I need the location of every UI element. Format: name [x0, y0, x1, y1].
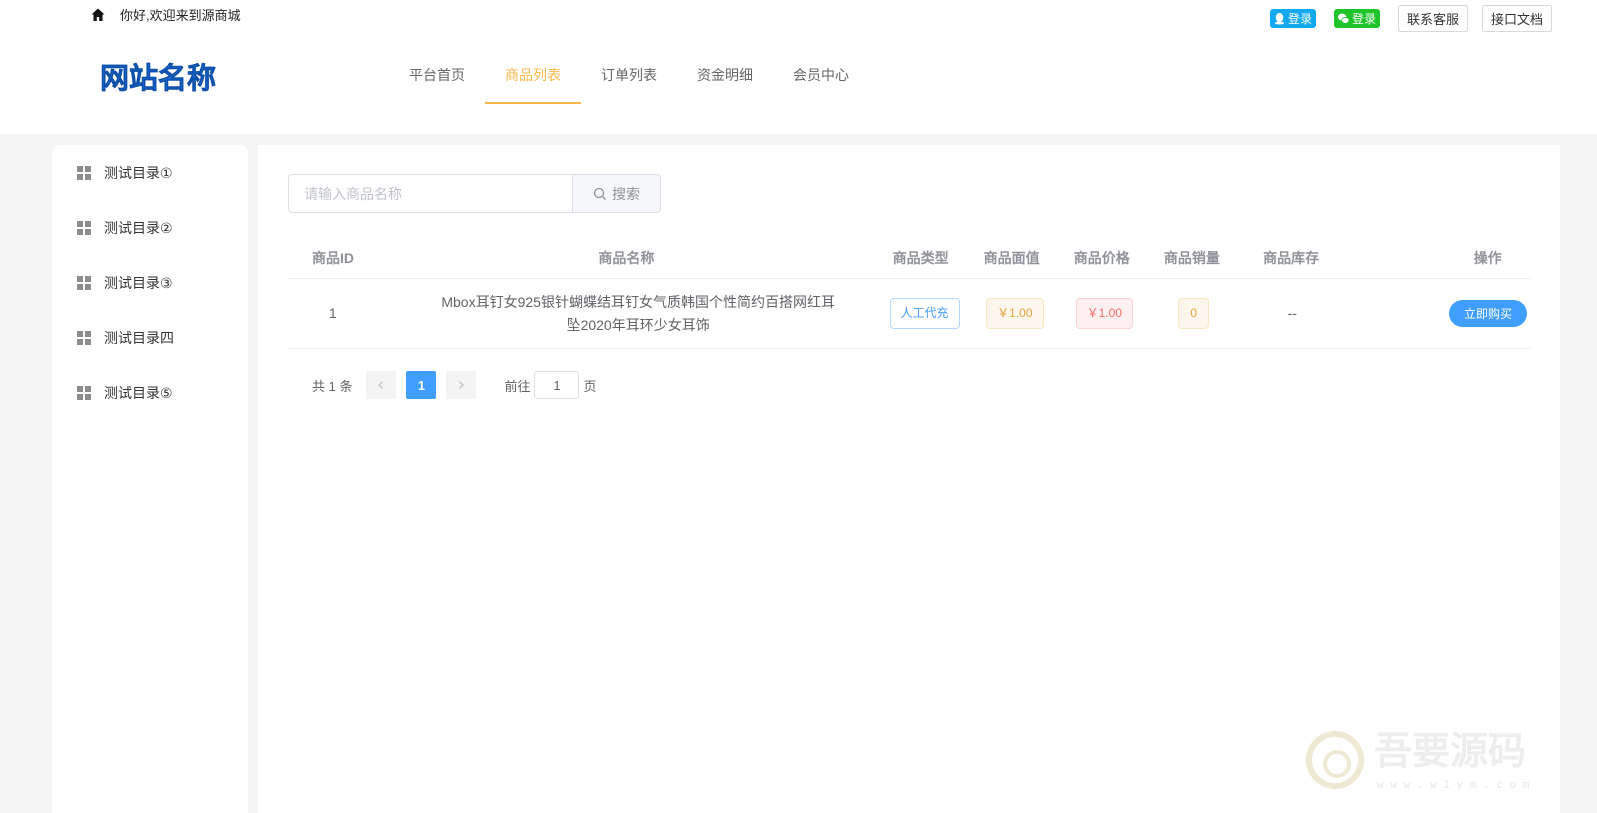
- cell-stock: --: [1287, 305, 1297, 321]
- sidebar-item-label: 测试目录③: [104, 274, 173, 291]
- nav-item-funds[interactable]: 资金明细: [677, 52, 773, 104]
- chevron-left-icon: [378, 381, 384, 389]
- sales-tag: 0: [1178, 298, 1210, 329]
- sidebar-item-label: 测试目录①: [104, 164, 173, 181]
- search-icon: [593, 187, 606, 200]
- qq-login-label: 登录: [1287, 12, 1312, 26]
- chevron-right-icon: [459, 381, 465, 389]
- grid-icon: [77, 165, 91, 180]
- header-type: 商品类型: [892, 249, 949, 266]
- wechat-login-button[interactable]: 登录: [1333, 9, 1380, 28]
- header-stock: 商品库存: [1263, 249, 1320, 266]
- home-icon[interactable]: [90, 7, 106, 23]
- header-face: 商品面值: [983, 249, 1040, 266]
- wechat-login-label: 登录: [1351, 12, 1376, 26]
- sidebar-item-3[interactable]: 测试目录③: [52, 255, 248, 310]
- face-value-tag: ￥1.00: [986, 298, 1044, 329]
- next-page-button[interactable]: [446, 371, 477, 399]
- cell-price: ￥1.00: [1060, 279, 1149, 348]
- qq-login-button[interactable]: 登录: [1269, 9, 1316, 28]
- goto-page-input[interactable]: [534, 371, 580, 399]
- cell-op: 立即购买: [1446, 279, 1530, 348]
- sidebar-item-1[interactable]: 测试目录①: [52, 145, 248, 200]
- cell-face: ￥1.00: [970, 279, 1059, 348]
- buy-now-button[interactable]: 立即购买: [1449, 300, 1528, 327]
- nav-item-orders[interactable]: 订单列表: [581, 52, 677, 104]
- cell-sales: 0: [1149, 279, 1238, 348]
- sidebar-item-label: 测试目录⑤: [104, 384, 173, 401]
- product-list-panel: 搜索 商品ID 商品名称 商品类型 商品面值 商品价格 商品销量 商品库存 操作…: [258, 145, 1560, 813]
- welcome-text: 你好,欢迎来到源商城: [120, 8, 241, 23]
- header-sales: 商品销量: [1163, 249, 1220, 266]
- nav-item-products[interactable]: 商品列表: [485, 52, 581, 104]
- category-sidebar: 测试目录① 测试目录② 测试目录③ 测试目录四 测试目录⑤: [52, 145, 248, 813]
- pagination-total: 共 1 条: [312, 378, 353, 394]
- table-row: 1 Mbox耳钉女925银针蝴蝶结耳钉女气质韩国个性简约百搭网红耳坠2020年耳…: [288, 279, 1530, 349]
- logo-text: 网站名称: [100, 61, 216, 95]
- cell-id: 1: [328, 305, 337, 321]
- watermark-title: 吾要源码: [1374, 728, 1526, 773]
- watermark-url: w w w . w 1 y m . c o m: [1377, 778, 1530, 791]
- contact-service-button[interactable]: 联系客服: [1397, 5, 1468, 32]
- sidebar-item-label: 测试目录四: [104, 329, 174, 346]
- search-button[interactable]: 搜索: [572, 174, 661, 213]
- cell-name: Mbox耳钉女925银针蝴蝶结耳钉女气质韩国个性简约百搭网红耳坠2020年耳环少…: [441, 293, 835, 333]
- table-header: 商品ID 商品名称 商品类型 商品面值 商品价格 商品销量 商品库存 操作: [288, 237, 1530, 279]
- goto-label: 前往: [504, 378, 531, 394]
- cell-type: 人工代充: [879, 279, 970, 348]
- sidebar-item-label: 测试目录②: [104, 219, 173, 236]
- pagination-goto: 前往 页: [504, 371, 597, 399]
- header-id: 商品ID: [312, 249, 355, 266]
- api-docs-button[interactable]: 接口文档: [1481, 5, 1552, 32]
- grid-icon: [77, 330, 91, 345]
- site-logo[interactable]: 网站名称: [100, 60, 260, 96]
- topbar-actions: 登录 登录 联系客服 接口文档: [1269, 5, 1552, 32]
- watermark-logo: 吾要源码 w w w . w 1 y m . c o m: [1306, 728, 1530, 791]
- product-table: 商品ID 商品名称 商品类型 商品面值 商品价格 商品销量 商品库存 操作 1 …: [288, 237, 1530, 349]
- grid-icon: [77, 385, 91, 400]
- page-suffix: 页: [583, 378, 597, 394]
- sidebar-item-5[interactable]: 测试目录⑤: [52, 365, 248, 420]
- grid-icon: [77, 275, 91, 290]
- page-number-current[interactable]: 1: [406, 371, 437, 399]
- search-button-label: 搜索: [612, 185, 640, 202]
- header-name: 商品名称: [598, 249, 655, 266]
- price-tag: ￥1.00: [1075, 298, 1133, 329]
- prev-page-button[interactable]: [366, 371, 397, 399]
- nav-item-member[interactable]: 会员中心: [773, 52, 869, 104]
- pagination: 共 1 条 1 前往 页: [312, 371, 597, 399]
- sidebar-item-2[interactable]: 测试目录②: [52, 200, 248, 255]
- header-price: 商品价格: [1073, 249, 1130, 266]
- main-nav: 平台首页 商品列表 订单列表 资金明细 会员中心: [389, 52, 869, 104]
- nav-item-home[interactable]: 平台首页: [389, 52, 485, 104]
- sidebar-item-4[interactable]: 测试目录四: [52, 310, 248, 365]
- grid-icon: [77, 220, 91, 235]
- wechat-icon: [1337, 13, 1350, 24]
- topbar-welcome: 你好,欢迎来到源商城: [90, 5, 241, 24]
- qq-icon: [1274, 12, 1285, 25]
- search-bar: 搜索: [288, 174, 661, 213]
- header: 你好,欢迎来到源商城 登录 登录 联系客服 接口文档 网站名称 平台首页 商品列…: [0, 0, 1597, 134]
- search-input[interactable]: [288, 174, 572, 213]
- type-tag: 人工代充: [889, 298, 960, 329]
- header-op: 操作: [1473, 249, 1502, 266]
